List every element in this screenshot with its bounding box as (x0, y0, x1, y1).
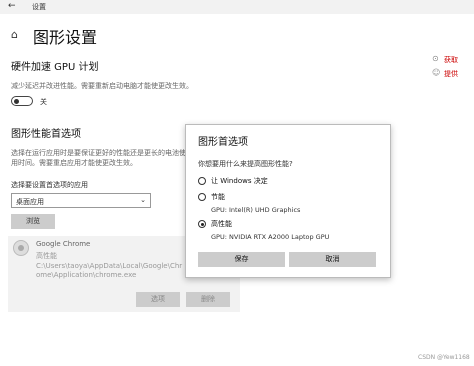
dialog-title: 图形首选项 (198, 137, 248, 148)
home-icon[interactable]: ⌂ (11, 28, 18, 41)
perf-pref-description: 选择在运行应用时是要保证更好的性能还是更长的电池使用时间。需要重启应用才能使更改… (11, 149, 186, 167)
remove-button[interactable]: 删除 (186, 292, 230, 307)
hw-accel-toggle-state: 关 (40, 98, 47, 106)
app-type-value: 桌面应用 (16, 198, 44, 206)
save-button[interactable]: 保存 (198, 252, 285, 267)
option-gpu-high-performance: GPU: NVIDIA RTX A2000 Laptop GPU (211, 233, 330, 241)
option-label-let-windows-decide[interactable]: 让 Windows 决定 (211, 176, 268, 186)
app-preference: 高性能 (36, 252, 57, 260)
page-title: 图形设置 (33, 28, 98, 47)
hw-accel-description: 减少延迟并改进性能。需要重新启动电脑才能使更改生效。 (11, 82, 193, 90)
perf-pref-heading: 图形性能首选项 (11, 129, 81, 140)
feedback-icon: ☺ (432, 68, 441, 77)
title-bar (0, 0, 474, 14)
help-icon: ⊙ (432, 54, 439, 63)
hw-accel-toggle[interactable] (11, 96, 33, 106)
radio-let-windows-decide[interactable] (198, 177, 206, 185)
chevron-down-icon: ⌄ (140, 196, 146, 204)
watermark: CSDN @Yew1168 (418, 354, 470, 361)
radio-high-performance[interactable] (198, 220, 206, 228)
back-button[interactable]: ← (8, 1, 16, 11)
option-label-power-saving[interactable]: 节能 (211, 192, 225, 202)
cancel-button[interactable]: 取消 (289, 252, 376, 267)
window-title: 设置 (32, 3, 46, 11)
get-help-link[interactable]: 获取 (444, 55, 458, 65)
feedback-link[interactable]: 提供 (444, 69, 458, 79)
browse-button[interactable]: 浏览 (11, 214, 55, 229)
select-app-label: 选择要设置首选项的应用 (11, 181, 88, 189)
chrome-icon (13, 240, 29, 256)
hw-accel-heading: 硬件加速 GPU 计划 (11, 62, 99, 73)
option-label-high-performance[interactable]: 高性能 (211, 219, 232, 229)
option-gpu-power-saving: GPU: Intel(R) UHD Graphics (211, 206, 301, 214)
radio-power-saving[interactable] (198, 193, 206, 201)
options-button[interactable]: 选项 (136, 292, 180, 307)
app-path: C:\Users\taoya\AppData\Local\Google\Chro… (36, 262, 183, 279)
dialog-question: 你想要用什么来提高图形性能? (198, 160, 293, 168)
app-name: Google Chrome (36, 240, 91, 248)
app-type-dropdown[interactable]: 桌面应用 ⌄ (11, 193, 151, 208)
